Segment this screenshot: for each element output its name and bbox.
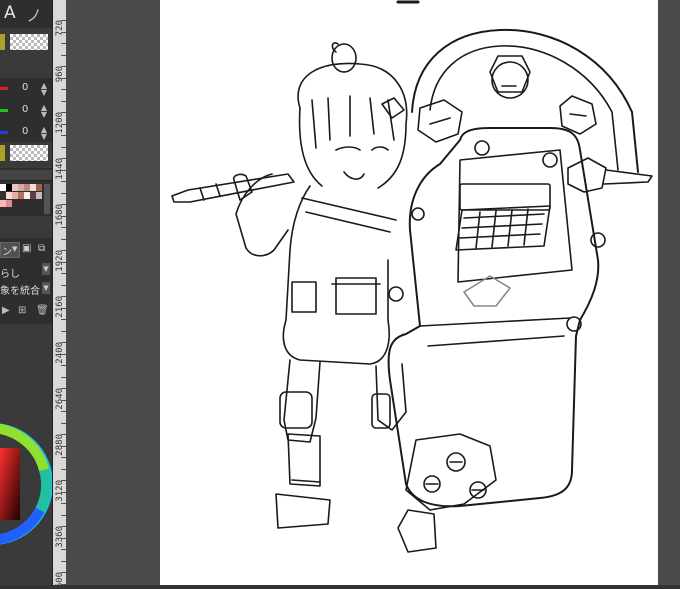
green-value[interactable]: 0 [22,104,28,115]
workspace-gutter [66,0,160,585]
color-swatch-row [0,32,52,52]
red-value[interactable]: 0 [22,82,28,93]
tool-row: A ノ [0,0,52,28]
main-color-swatch[interactable] [0,34,5,50]
delete-icon[interactable]: 🗑 [36,305,49,316]
drawing-canvas[interactable] [160,0,658,585]
layer-panel: ン ▼ ▣ ⧉ らし ▼ 象を統合 ▼ ▶ ⊞ 🗑 [0,238,52,324]
chevron-down-icon[interactable]: ▼ [42,282,50,294]
palette-swatch[interactable] [36,184,42,191]
blue-channel-indicator [0,131,8,134]
chevron-down-icon[interactable]: ▼ [42,263,50,275]
new-layer-icon[interactable]: ▣ [22,243,31,254]
main-color-swatch[interactable] [0,145,5,161]
palette-swatch[interactable] [6,200,12,207]
spin-icon[interactable]: ▲ ▼ [40,82,48,97]
copy-icon[interactable]: ⧉ [38,243,45,254]
blue-value[interactable]: 0 [22,126,28,137]
layer-action-bar: ▶ ⊞ 🗑 [0,304,52,320]
text-tool-icon[interactable]: A [4,3,16,23]
palette-toolbar [0,170,52,181]
new-layer-icon[interactable]: ⊞ [18,305,26,316]
layer-option-2[interactable]: 象を統合 [0,282,40,297]
spin-icon[interactable]: ▲ ▼ [40,104,48,119]
ruler-label: 960 [55,66,65,83]
color-slider-panel: 0 ▲ ▼ 0 ▲ ▼ 0 ▲ ▼ [0,78,52,142]
palette-swatch[interactable] [36,192,42,199]
transparent-color-icon[interactable] [10,34,48,50]
stroke-icon[interactable]: ノ [26,2,42,26]
color-set-palette [0,168,52,216]
color-wheel-icon[interactable] [0,410,52,560]
left-tool-panel: A ノ 0 ▲ ▼ 0 ▲ ▼ 0 ▲ ▼ ン ▼ ▣ ⧉ らし ▼ 象を統合 … [0,0,52,585]
vertical-ruler: 720 960 1200 1440 1680 1920 2160 2400 2640 2880 31… [52,0,67,585]
layer-option-1[interactable]: らし [0,265,20,280]
ruler-label: 720 [55,20,65,37]
blend-mode-text: ン [2,247,12,258]
palette-swatches[interactable] [0,184,44,214]
line-art-drawing [171,0,653,553]
green-channel-indicator [0,109,8,112]
chevron-down-icon: ▼ [12,245,18,253]
palette-scrollbar[interactable] [44,184,50,214]
blend-mode-dropdown[interactable]: ン ▼ [0,242,20,258]
red-channel-indicator [0,87,8,90]
spin-icon[interactable]: ▲ ▼ [40,126,48,141]
color-swatch-row [0,142,52,164]
play-icon[interactable]: ▶ [2,305,10,316]
workspace-gutter-right [658,0,680,585]
transparent-color-icon[interactable] [10,145,48,161]
